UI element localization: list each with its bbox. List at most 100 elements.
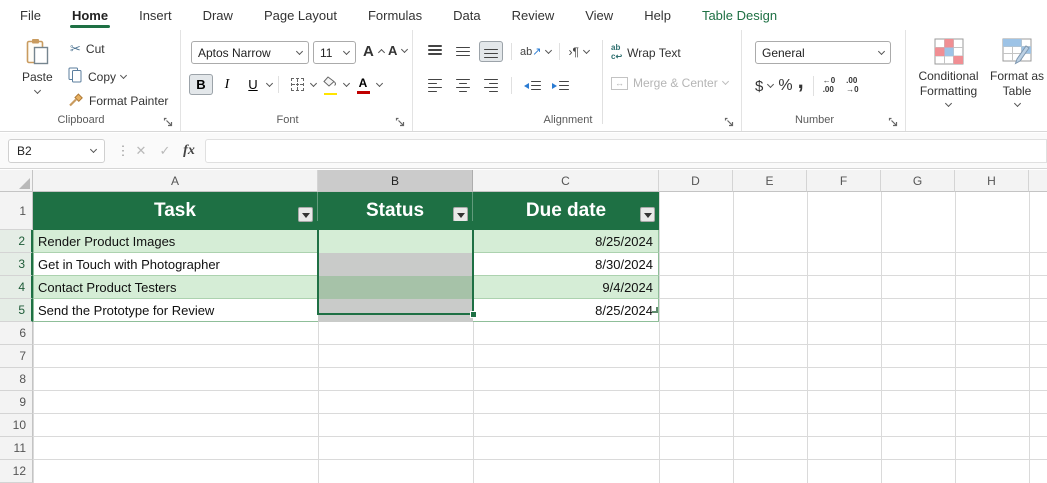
align-bottom-button[interactable] — [479, 41, 503, 62]
decrease-indent-button[interactable] — [520, 75, 544, 96]
borders-button[interactable] — [285, 74, 309, 95]
format-painter-button[interactable]: Format Painter — [68, 92, 168, 110]
align-right-button[interactable] — [479, 75, 503, 96]
cell-b4[interactable] — [318, 276, 473, 299]
align-top-button[interactable] — [423, 41, 447, 62]
row-header-6[interactable]: 6 — [0, 322, 33, 345]
align-center-button[interactable] — [451, 75, 475, 96]
increase-indent-button[interactable] — [548, 75, 572, 96]
tab-home[interactable]: Home — [69, 2, 111, 29]
formula-input[interactable] — [205, 139, 1047, 163]
column-header-g[interactable]: G — [881, 170, 955, 192]
column-header-e[interactable]: E — [733, 170, 807, 192]
cut-button[interactable]: ✂ Cut — [70, 41, 105, 57]
table-header-task[interactable]: Task — [33, 192, 318, 230]
column-header-d[interactable]: D — [659, 170, 733, 192]
alignment-group: ab↗ ›¶ ab c↩ Wrap Text ↔ Merge & Center … — [413, 30, 742, 131]
decrease-font-size-button[interactable]: A — [388, 43, 409, 58]
name-box[interactable]: B2 — [8, 139, 105, 163]
cell-b3[interactable] — [318, 253, 473, 276]
percent-style-button[interactable]: % — [778, 77, 792, 95]
select-all-corner[interactable] — [0, 170, 33, 192]
font-name-select[interactable]: Aptos Narrow — [191, 41, 309, 64]
fill-handle[interactable] — [470, 311, 477, 318]
cell-a3[interactable]: Get in Touch with Photographer — [33, 253, 318, 276]
align-left-button[interactable] — [423, 75, 447, 96]
orientation-button[interactable]: ab↗ — [520, 45, 553, 58]
column-header-b[interactable]: B — [318, 170, 473, 192]
cell-b2-active[interactable] — [318, 230, 473, 253]
tab-page-layout[interactable]: Page Layout — [262, 2, 339, 29]
font-color-button[interactable]: A — [351, 74, 375, 95]
cell-a5[interactable]: Send the Prototype for Review — [33, 299, 318, 322]
bold-button[interactable]: B — [189, 74, 213, 95]
cell-a4[interactable]: Contact Product Testers — [33, 276, 318, 299]
format-as-table-button[interactable]: Format as Table — [988, 38, 1046, 108]
column-header-c[interactable]: C — [473, 170, 659, 192]
tab-insert[interactable]: Insert — [137, 2, 174, 29]
number-dialog-launcher-icon[interactable] — [888, 115, 900, 127]
number-format-select[interactable]: General — [755, 41, 891, 64]
alignment-dialog-launcher-icon[interactable] — [724, 115, 736, 127]
insert-function-icon[interactable]: fx — [178, 139, 200, 163]
tab-data[interactable]: Data — [451, 2, 482, 29]
gridline — [1029, 192, 1030, 483]
enter-icon[interactable]: ✓ — [154, 139, 176, 163]
row-header-9[interactable]: 9 — [0, 391, 33, 414]
cancel-icon[interactable]: ✕ — [130, 139, 152, 163]
merge-center-label: Merge & Center — [633, 76, 718, 90]
clipboard-dialog-launcher-icon[interactable] — [163, 115, 175, 127]
tab-file[interactable]: File — [18, 2, 43, 29]
cell-b5[interactable] — [318, 299, 473, 322]
row-header-2[interactable]: 2 — [0, 230, 33, 253]
text-direction-button[interactable]: ›¶ — [568, 45, 590, 59]
fill-color-button[interactable] — [318, 74, 342, 95]
tab-review[interactable]: Review — [510, 2, 557, 29]
row-header-8[interactable]: 8 — [0, 368, 33, 391]
row-header-11[interactable]: 11 — [0, 437, 33, 460]
cell-c3[interactable]: 8/30/2024 — [473, 253, 659, 276]
table-resize-handle-icon[interactable] — [652, 307, 658, 313]
increase-font-size-button[interactable]: A — [363, 43, 385, 60]
row-header-4[interactable]: 4 — [0, 276, 33, 299]
row-header-7[interactable]: 7 — [0, 345, 33, 368]
row-header-5[interactable]: 5 — [0, 299, 33, 322]
tab-help[interactable]: Help — [642, 2, 673, 29]
copy-button[interactable]: Copy — [68, 67, 128, 86]
paste-button[interactable]: Paste — [22, 38, 53, 95]
filter-button-status[interactable] — [453, 207, 468, 222]
spreadsheet-grid[interactable]: A B C D E F G H 1 2 3 4 5 6 7 8 9 10 11 … — [0, 170, 1047, 483]
column-header-partial[interactable] — [1029, 170, 1047, 192]
tab-draw[interactable]: Draw — [201, 2, 235, 29]
cell-c4[interactable]: 9/4/2024 — [473, 276, 659, 299]
conditional-formatting-button[interactable]: Conditional Formatting — [916, 38, 981, 108]
comma-style-button[interactable]: , — [798, 68, 804, 94]
underline-button[interactable]: U — [241, 74, 265, 95]
align-middle-button[interactable] — [451, 41, 475, 62]
filter-button-task[interactable] — [298, 207, 313, 222]
table-header-due-date[interactable]: Due date — [473, 192, 659, 230]
cell-c2[interactable]: 8/25/2024 — [473, 230, 659, 253]
column-header-a[interactable]: A — [33, 170, 318, 192]
row-header-12[interactable]: 12 — [0, 460, 33, 483]
cell-a2[interactable]: Render Product Images — [33, 230, 318, 253]
italic-button[interactable]: I — [215, 74, 239, 95]
accounting-format-button[interactable]: $ — [755, 78, 775, 95]
font-size-select[interactable]: 11 — [313, 41, 356, 64]
table-header-status[interactable]: Status — [318, 192, 473, 230]
wrap-text-button[interactable]: ab c↩ Wrap Text — [611, 43, 681, 62]
row-header-1[interactable]: 1 — [0, 192, 33, 230]
tab-formulas[interactable]: Formulas — [366, 2, 424, 29]
decrease-decimal-button[interactable]: .00 →0 — [846, 76, 858, 95]
font-dialog-launcher-icon[interactable] — [395, 115, 407, 127]
merge-center-button[interactable]: ↔ Merge & Center — [611, 76, 729, 90]
column-header-h[interactable]: H — [955, 170, 1029, 192]
row-header-3[interactable]: 3 — [0, 253, 33, 276]
filter-button-due-date[interactable] — [640, 207, 655, 222]
column-header-f[interactable]: F — [807, 170, 881, 192]
increase-decimal-button[interactable]: ←0 .00 — [823, 76, 835, 95]
tab-table-design[interactable]: Table Design — [700, 2, 779, 29]
row-header-10[interactable]: 10 — [0, 414, 33, 437]
tab-view[interactable]: View — [583, 2, 615, 29]
cell-c5[interactable]: 8/25/2024 — [473, 299, 659, 322]
